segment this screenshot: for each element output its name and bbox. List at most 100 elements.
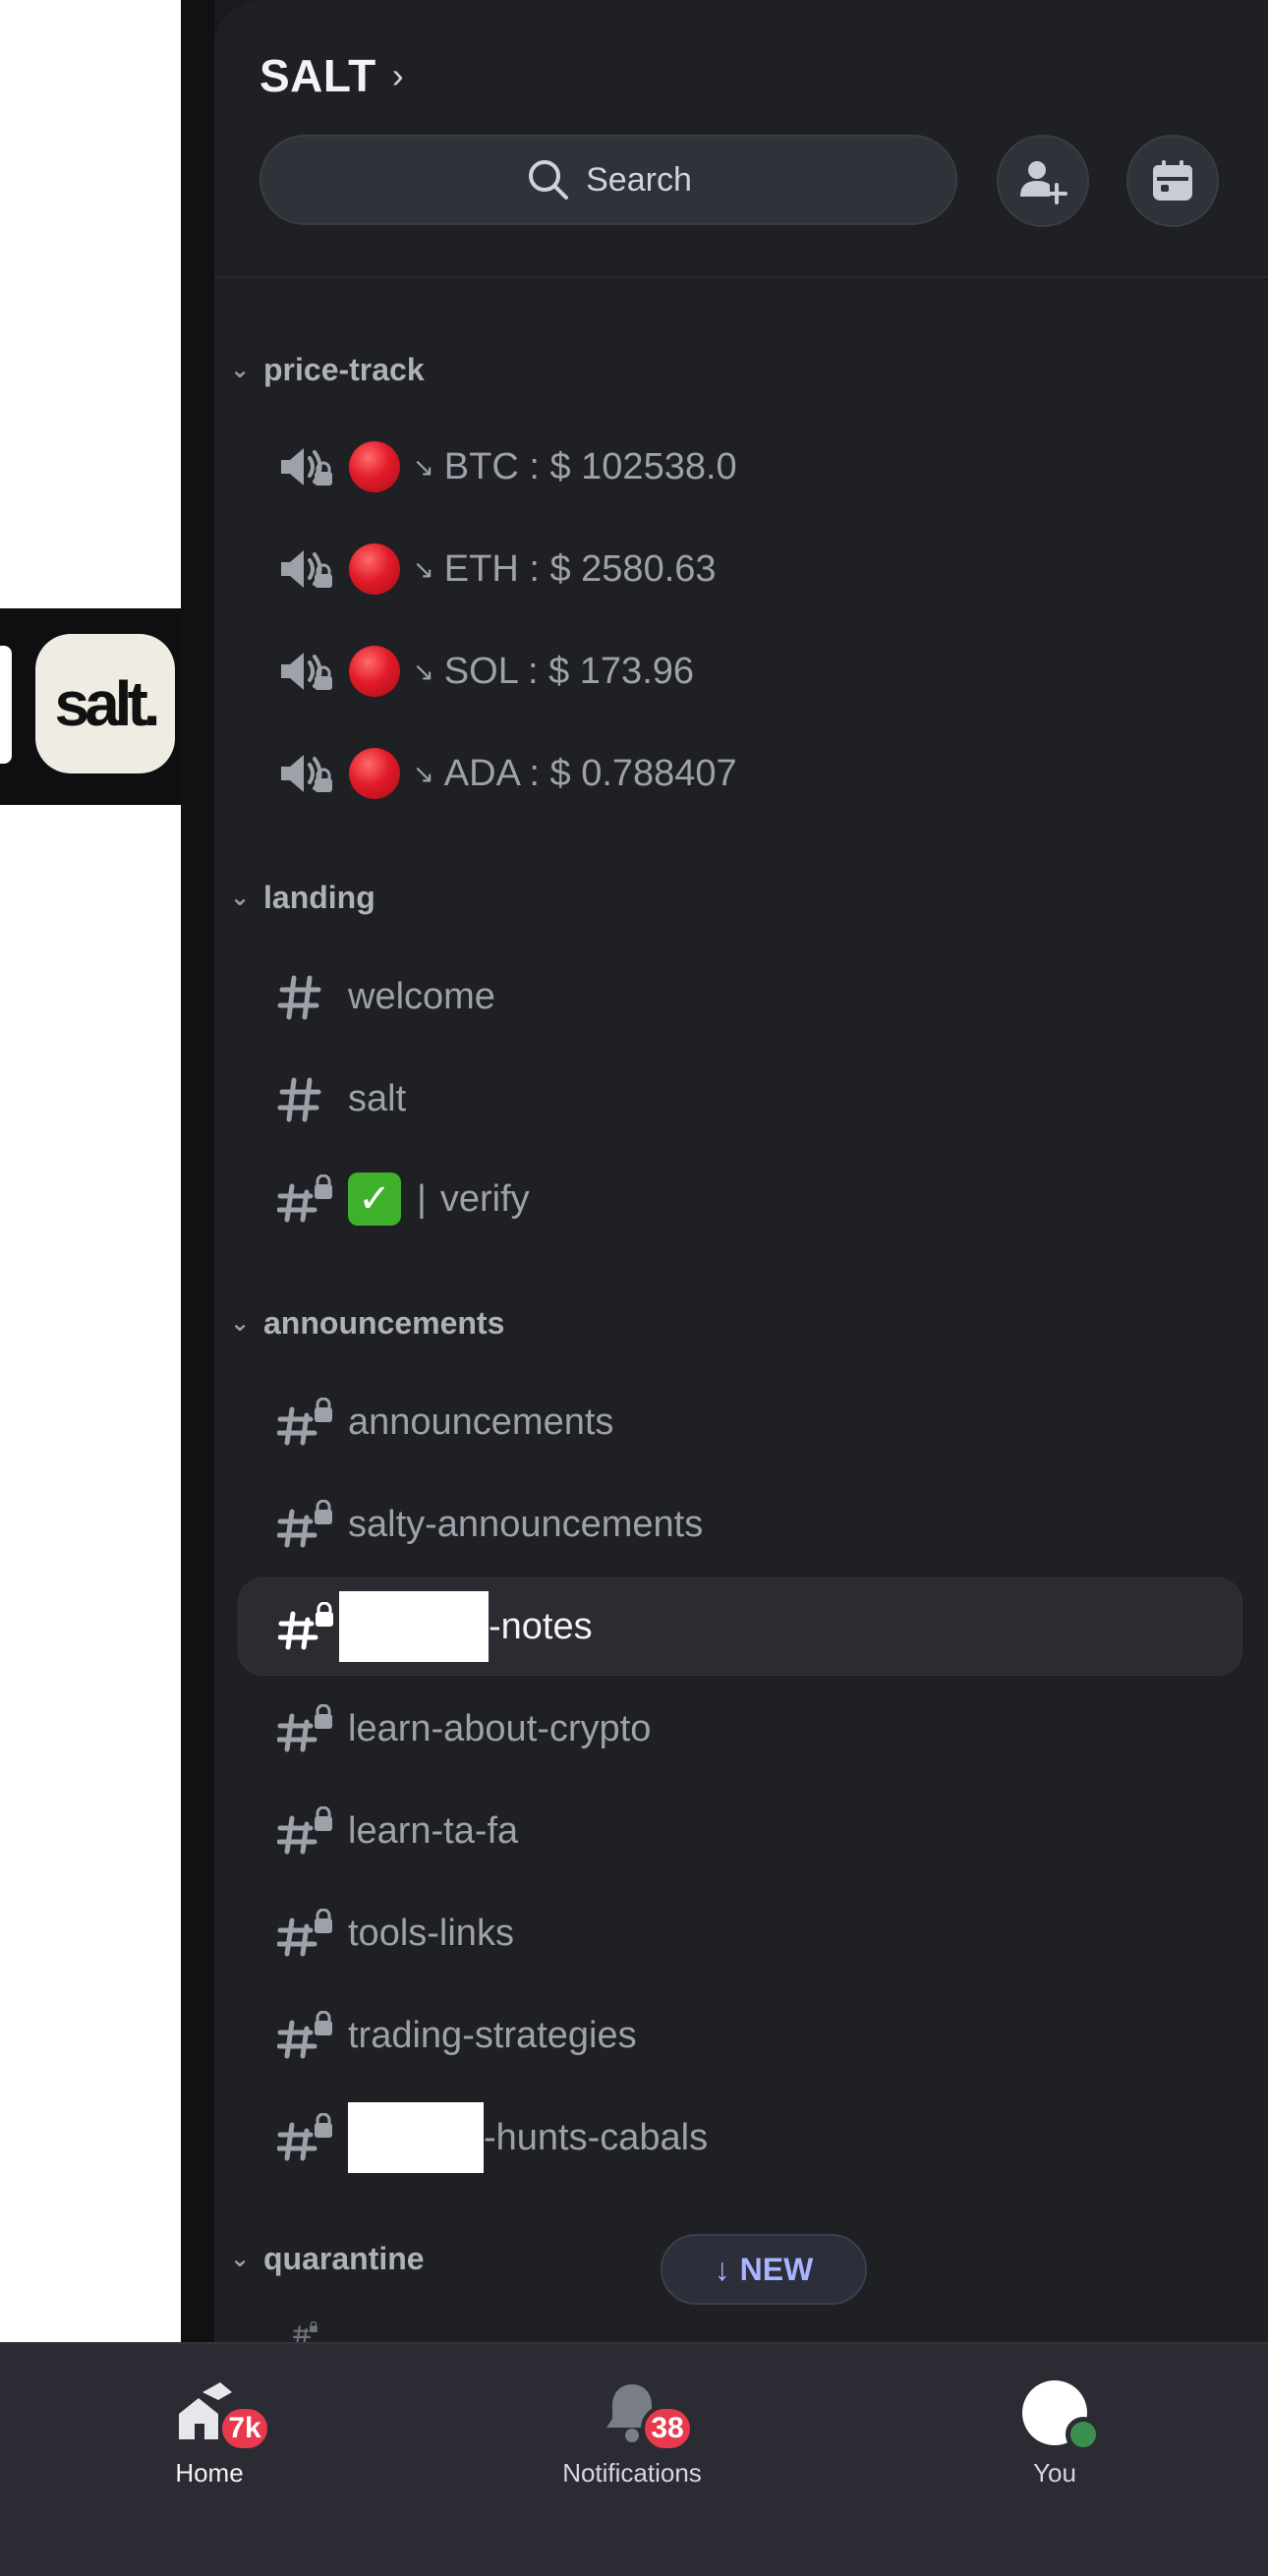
channel-panel: SALT › Search ⌄ price-track ↘ BTC: $ 10… xyxy=(214,0,1268,2342)
tab-label: Notifications xyxy=(562,2458,702,2488)
search-label: Search xyxy=(586,160,692,199)
voice-channel-ada[interactable]: ↘ ADA : $ 0.788407 xyxy=(238,737,1242,810)
server-icon-text: salt. xyxy=(54,668,160,739)
text-channel-salt[interactable]: salt xyxy=(238,1062,1242,1135)
red-circle-emoji xyxy=(348,645,401,698)
notifications-badge: 38 xyxy=(641,2405,694,2452)
server-rail xyxy=(0,0,181,2342)
chevron-right-icon: › xyxy=(391,55,404,95)
channel-label: trading-strategies xyxy=(348,2014,637,2056)
arrow-down-right-icon: ↘ xyxy=(413,553,434,584)
redacted-block xyxy=(339,1591,489,1662)
category-label: quarantine xyxy=(263,2241,425,2276)
arrow-down-icon: ↓ xyxy=(714,2251,730,2287)
hash-lock-icon xyxy=(277,1806,334,1856)
category-label: price-track xyxy=(263,352,425,387)
channel-label: learn-about-crypto xyxy=(348,1707,652,1749)
category-announcements[interactable]: ⌄ announcements xyxy=(228,1305,504,1342)
text-channel-verify[interactable]: ✓ | verify xyxy=(238,1163,1242,1235)
channel-label: tools-links xyxy=(348,1912,514,1954)
chevron-down-icon: ⌄ xyxy=(229,2246,251,2272)
separator: | xyxy=(417,1177,427,1220)
search-icon xyxy=(529,160,569,200)
calendar-icon xyxy=(1153,160,1192,200)
redacted-block xyxy=(348,2102,484,2173)
text-channel-announcements[interactable]: announcements xyxy=(238,1386,1242,1459)
channel-label: -hunts-cabals xyxy=(484,2116,709,2158)
channel-label: ADA : $ 0.788407 xyxy=(443,752,737,794)
text-channel-hunts-cabals[interactable]: -hunts-cabals xyxy=(238,2101,1242,2174)
bottom-nav: 7k Home 38 Notifications You xyxy=(0,2342,1268,2576)
online-status-indicator xyxy=(1066,2417,1101,2452)
arrow-down-right-icon: ↘ xyxy=(413,758,434,788)
new-label: NEW xyxy=(739,2251,814,2287)
hash-icon xyxy=(277,1074,334,1123)
red-circle-emoji xyxy=(348,747,401,800)
channel-label: learn-ta-fa xyxy=(348,1809,519,1852)
tab-notifications[interactable]: 38 Notifications xyxy=(504,2377,760,2489)
channel-label: announcements xyxy=(348,1401,614,1443)
hash-lock-icon xyxy=(277,1500,334,1549)
speaker-lock-icon xyxy=(277,442,334,491)
text-channel-learn-about-crypto[interactable]: learn-about-crypto xyxy=(238,1692,1242,1765)
arrow-down-right-icon: ↘ xyxy=(413,451,434,482)
hash-icon xyxy=(277,972,334,1021)
channel-label: ETH : $ 2580.63 xyxy=(443,547,717,590)
voice-channel-eth[interactable]: ↘ ETH : $ 2580.63 xyxy=(238,533,1242,605)
add-member-icon xyxy=(1020,161,1067,204)
hash-lock-icon xyxy=(277,2011,334,2060)
server-name: SALT xyxy=(259,50,376,101)
chevron-down-icon: ⌄ xyxy=(229,357,251,383)
hash-lock-icon xyxy=(277,1704,334,1753)
category-landing[interactable]: ⌄ landing xyxy=(228,880,375,916)
hash-lock-icon xyxy=(278,1602,335,1651)
tab-label: You xyxy=(1033,2458,1076,2488)
text-channel-welcome[interactable]: welcome xyxy=(238,960,1242,1033)
speaker-lock-icon xyxy=(277,647,334,696)
chevron-down-icon: ⌄ xyxy=(229,1310,251,1337)
hash-lock-icon xyxy=(277,1174,334,1224)
channel-label: welcome xyxy=(348,975,495,1017)
server-list-selected: salt. xyxy=(0,608,181,805)
tab-you[interactable]: You xyxy=(927,2377,1182,2489)
home-badge: 7k xyxy=(218,2405,271,2452)
header-divider xyxy=(214,276,1268,278)
arrow-down-right-icon: ↘ xyxy=(413,656,434,686)
events-button[interactable] xyxy=(1126,135,1219,227)
server-header[interactable]: SALT › xyxy=(259,49,404,102)
selected-server-indicator xyxy=(0,646,12,764)
invite-members-button[interactable] xyxy=(997,135,1089,227)
channel-label: SOL : $ 173.96 xyxy=(443,650,695,692)
tab-label: Home xyxy=(175,2458,244,2488)
hash-lock-icon xyxy=(277,2113,334,2162)
search-button[interactable]: Search xyxy=(259,135,957,225)
text-channel-salty-announcements[interactable]: salty-announcements xyxy=(238,1488,1242,1561)
new-messages-pill[interactable]: ↓ NEW xyxy=(661,2234,867,2305)
check-mark-emoji: ✓ xyxy=(348,1173,401,1226)
channel-label: salt xyxy=(348,1077,407,1119)
server-icon-salt[interactable]: salt. xyxy=(35,634,175,773)
category-price-track[interactable]: ⌄ price-track xyxy=(228,352,425,388)
chevron-down-icon: ⌄ xyxy=(229,885,251,911)
voice-channel-sol[interactable]: ↘ SOL : $ 173.96 xyxy=(238,635,1242,708)
tab-home[interactable]: 7k Home xyxy=(82,2377,337,2489)
channel-label: BTC : $ 102538.0 xyxy=(443,445,737,487)
hash-lock-icon xyxy=(277,1909,334,1958)
category-quarantine[interactable]: ⌄ quarantine xyxy=(228,2241,425,2277)
text-channel-tools-links[interactable]: tools-links xyxy=(238,1897,1242,1970)
channel-label: salty-announcements xyxy=(348,1503,704,1545)
rail-gap xyxy=(181,0,214,2342)
text-channel-learn-ta-fa[interactable]: learn-ta-fa xyxy=(238,1795,1242,1867)
speaker-lock-icon xyxy=(277,544,334,594)
red-circle-emoji xyxy=(348,440,401,493)
channel-label: -notes xyxy=(489,1605,593,1647)
red-circle-emoji xyxy=(348,543,401,596)
text-channel-trading-strategies[interactable]: trading-strategies xyxy=(238,1999,1242,2072)
speaker-lock-icon xyxy=(277,749,334,798)
category-label: landing xyxy=(263,880,375,915)
category-label: announcements xyxy=(263,1305,505,1341)
voice-channel-btc[interactable]: ↘ BTC : $ 102538.0 xyxy=(238,430,1242,503)
hash-lock-icon xyxy=(277,1398,334,1447)
hash-lock-icon xyxy=(277,2321,334,2342)
text-channel-notes[interactable]: -notes xyxy=(238,1577,1242,1676)
